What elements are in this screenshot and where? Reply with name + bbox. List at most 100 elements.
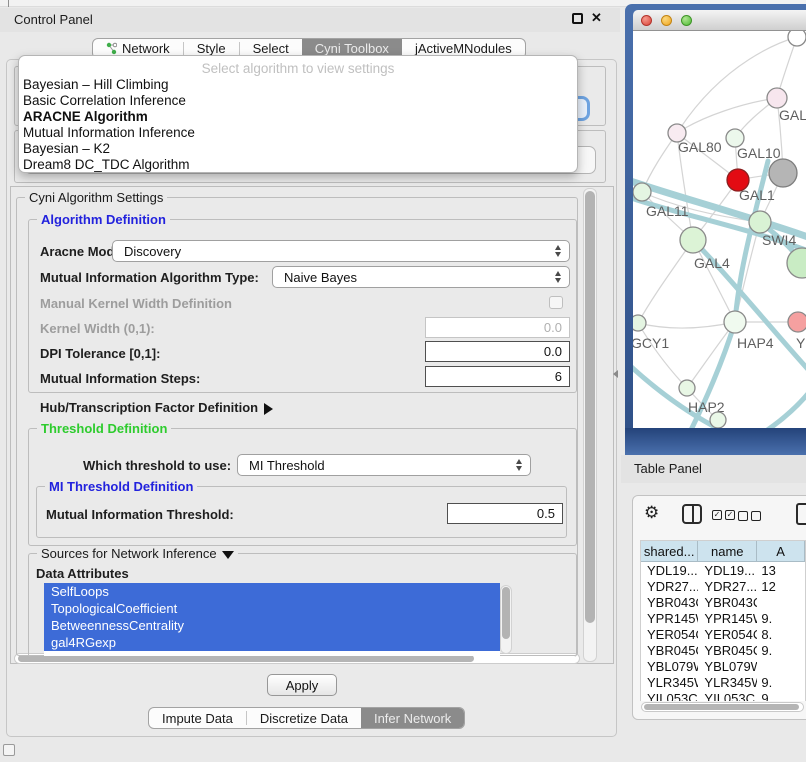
- manual-kernel-checkbox[interactable]: [549, 296, 563, 309]
- gear-icon[interactable]: ⚙: [644, 503, 659, 523]
- table-row[interactable]: YBL079WYBL079W: [641, 658, 805, 674]
- table-cell: YIL053C: [641, 690, 698, 701]
- tab-label: Style: [197, 41, 226, 56]
- table-cell: YLR345W: [641, 674, 698, 690]
- aracne-mode-combobox[interactable]: Discovery: [112, 240, 570, 262]
- tab-label: Cyni Toolbox: [315, 41, 389, 56]
- window-close-traffic-light-icon[interactable]: [641, 15, 652, 26]
- mi-steps-field[interactable]: 6: [425, 366, 570, 387]
- table-row[interactable]: YER054CYER054C8.: [641, 626, 805, 642]
- mi-type-label: Mutual Information Algorithm Type:: [40, 270, 259, 285]
- aracne-mode-value: Discovery: [124, 244, 181, 259]
- algorithm-definition-title: Algorithm Definition: [37, 212, 170, 227]
- bottom-tabbar: Impute Data Discretize Data Infer Network: [148, 707, 465, 729]
- column-header-name[interactable]: name: [698, 541, 757, 561]
- data-attributes-label: Data Attributes: [36, 566, 129, 581]
- table-row[interactable]: YIL053CYIL053C9: [641, 690, 805, 701]
- apply-button[interactable]: Apply: [267, 674, 337, 696]
- node-top[interactable]: [788, 31, 806, 46]
- table-row[interactable]: YBR043CYBR043C: [641, 594, 805, 610]
- tab-label: Discretize Data: [260, 711, 348, 726]
- table-cell: YBR045C: [698, 642, 757, 658]
- table-row[interactable]: YLR345WYLR345W9.: [641, 674, 805, 690]
- table-cell: 9.: [757, 642, 805, 658]
- node-gal[interactable]: [767, 88, 787, 108]
- tab-impute-data[interactable]: Impute Data: [149, 708, 246, 728]
- table-row[interactable]: YBR045CYBR045C9.: [641, 642, 805, 658]
- node-bottom[interactable]: [710, 412, 726, 428]
- sources-title-text: Sources for Network Inference: [41, 546, 217, 561]
- attribute-item-topologicalcoefficient[interactable]: TopologicalCoefficient: [44, 600, 500, 617]
- sources-title[interactable]: Sources for Network Inference: [37, 546, 238, 561]
- node-big-green[interactable]: [787, 248, 806, 278]
- window-zoom-traffic-light-icon[interactable]: [681, 15, 692, 26]
- checked-box-icon: ✓: [712, 510, 722, 520]
- attribute-item-betweennesscentrality[interactable]: BetweennessCentrality: [44, 617, 500, 634]
- node-gal-label: GAL: [779, 107, 806, 123]
- node-salmon[interactable]: [788, 312, 806, 332]
- node-gcy1[interactable]: [633, 315, 646, 331]
- column-header-shared[interactable]: shared...: [641, 541, 698, 561]
- manual-kernel-label: Manual Kernel Width Definition: [40, 296, 232, 311]
- algorithm-option-mutual-information-inference[interactable]: Mutual Information Inference: [19, 125, 577, 141]
- mi-algorithm-type-combobox[interactable]: Naive Bayes: [272, 266, 570, 288]
- column-header-a[interactable]: A: [757, 541, 805, 561]
- table-cell: 13: [757, 562, 805, 578]
- tab-label: jActiveMNodules: [415, 41, 512, 56]
- hub-definition-toggle[interactable]: Hub/Transcription Factor Definition: [40, 400, 273, 415]
- node-gal4[interactable]: [680, 227, 706, 253]
- table-cell: YER054C: [698, 626, 757, 642]
- node-gal11[interactable]: [633, 183, 651, 201]
- kernel-width-field[interactable]: 0.0: [425, 317, 570, 338]
- app-root: Control Panel ✕ NetworkStyleSelectCyni T…: [0, 0, 806, 762]
- dock-panel-icon[interactable]: [3, 744, 15, 756]
- float-panel-icon[interactable]: [572, 13, 583, 24]
- node-gray[interactable]: [769, 159, 797, 187]
- dpi-tolerance-field[interactable]: 0.0: [425, 341, 570, 362]
- network-edge: [638, 240, 693, 323]
- settings-vertical-scrollbar-thumb[interactable]: [585, 191, 595, 623]
- algorithm-option-bayesian-hill-climbing[interactable]: Bayesian – Hill Climbing: [19, 77, 577, 93]
- algorithm-option-dream8-dc-tdc-algorithm[interactable]: Dream8 DC_TDC Algorithm: [19, 157, 577, 173]
- table-cell: YBL079W: [698, 658, 757, 674]
- table-horizontal-scrollbar-thumb[interactable]: [644, 704, 799, 710]
- algorithm-option-basic-correlation-inference[interactable]: Basic Correlation Inference: [19, 93, 577, 109]
- node-hap2[interactable]: [679, 380, 695, 396]
- tab-label: Infer Network: [374, 711, 451, 726]
- attribute-item-gal4rgexp[interactable]: gal4RGexp: [44, 634, 500, 651]
- splitter-collapse-icon[interactable]: [613, 370, 618, 378]
- tab-discretize-data[interactable]: Discretize Data: [247, 708, 361, 728]
- node-swi4[interactable]: [749, 211, 771, 233]
- node-gal10-label: GAL10: [737, 145, 781, 161]
- tab-infer-network[interactable]: Infer Network: [361, 708, 464, 728]
- table-row[interactable]: YDR27...YDR27...12: [641, 578, 805, 594]
- which-threshold-value: MI Threshold: [249, 458, 325, 473]
- mi-threshold-field[interactable]: 0.5: [447, 503, 563, 524]
- cyni-algorithm-settings-title: Cyni Algorithm Settings: [25, 190, 167, 205]
- columns-icon[interactable]: [682, 504, 702, 524]
- deselect-all-columns-icon[interactable]: [738, 511, 761, 521]
- collapse-down-icon: [222, 551, 234, 559]
- table-cell: 12: [757, 578, 805, 594]
- attribute-item-selfloops[interactable]: SelfLoops: [44, 583, 500, 600]
- table-header-row: shared...nameA: [641, 541, 805, 562]
- close-icon[interactable]: ✕: [591, 10, 602, 26]
- network-view-canvas[interactable]: GALGAL80GAL10GAL1GAL11SWI4GAL4GCY1HAP4YH…: [633, 31, 806, 428]
- network-window-titlebar[interactable]: [633, 10, 806, 31]
- table-row[interactable]: YPR145WYPR145W9.: [641, 610, 805, 626]
- node-hap4[interactable]: [724, 311, 746, 333]
- control-panel-titlebar: Control Panel: [0, 8, 620, 32]
- select-all-columns-icon[interactable]: ✓ ✓: [712, 510, 735, 520]
- new-table-icon[interactable]: [796, 503, 806, 525]
- algorithm-select-dropdown: Select algorithm to view settings Bayesi…: [18, 55, 578, 173]
- node-hap4-label: HAP4: [737, 335, 774, 351]
- algorithm-option-aracne-algorithm[interactable]: ARACNE Algorithm: [19, 109, 577, 125]
- control-panel-title: Control Panel: [14, 12, 93, 27]
- which-threshold-combobox[interactable]: MI Threshold: [237, 454, 531, 476]
- attributes-scrollbar-thumb[interactable]: [502, 587, 510, 639]
- table-panel-title: Table Panel: [634, 461, 806, 476]
- window-minimize-traffic-light-icon[interactable]: [661, 15, 672, 26]
- stepper-arrows-icon: [516, 459, 522, 471]
- table-row[interactable]: YDL19...YDL19...13: [641, 562, 805, 578]
- algorithm-option-bayesian-k2[interactable]: Bayesian – K2: [19, 141, 577, 157]
